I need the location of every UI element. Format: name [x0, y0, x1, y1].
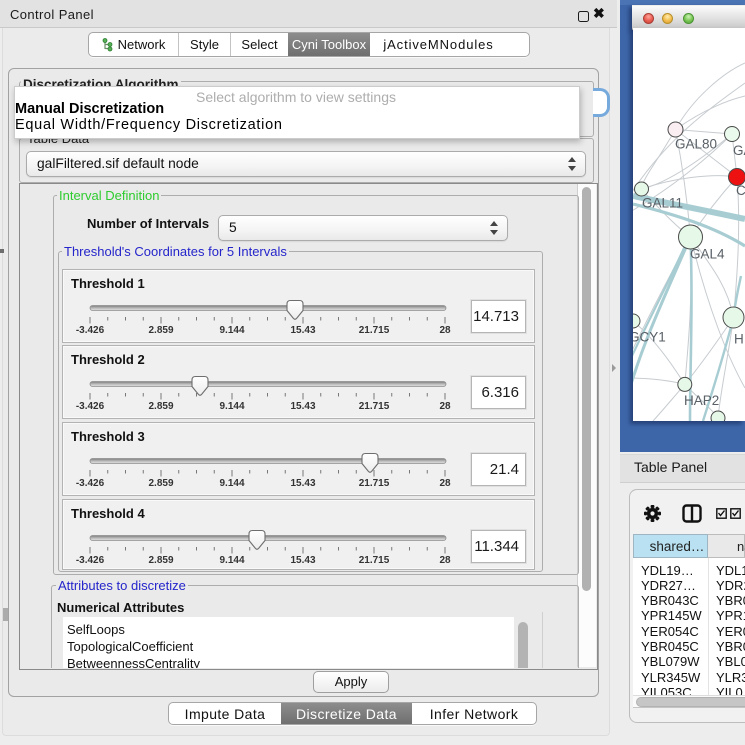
svg-text:GA: GA — [733, 143, 745, 158]
svg-text:GAL80: GAL80 — [675, 137, 717, 152]
svg-text:GCY1: GCY1 — [633, 330, 666, 345]
svg-text:H: H — [734, 332, 744, 347]
svg-text:HAP2: HAP2 — [684, 393, 719, 408]
svg-text:CD: CD — [736, 183, 745, 198]
svg-text:GAL4: GAL4 — [690, 247, 725, 262]
svg-text:GAL11: GAL11 — [642, 196, 683, 211]
